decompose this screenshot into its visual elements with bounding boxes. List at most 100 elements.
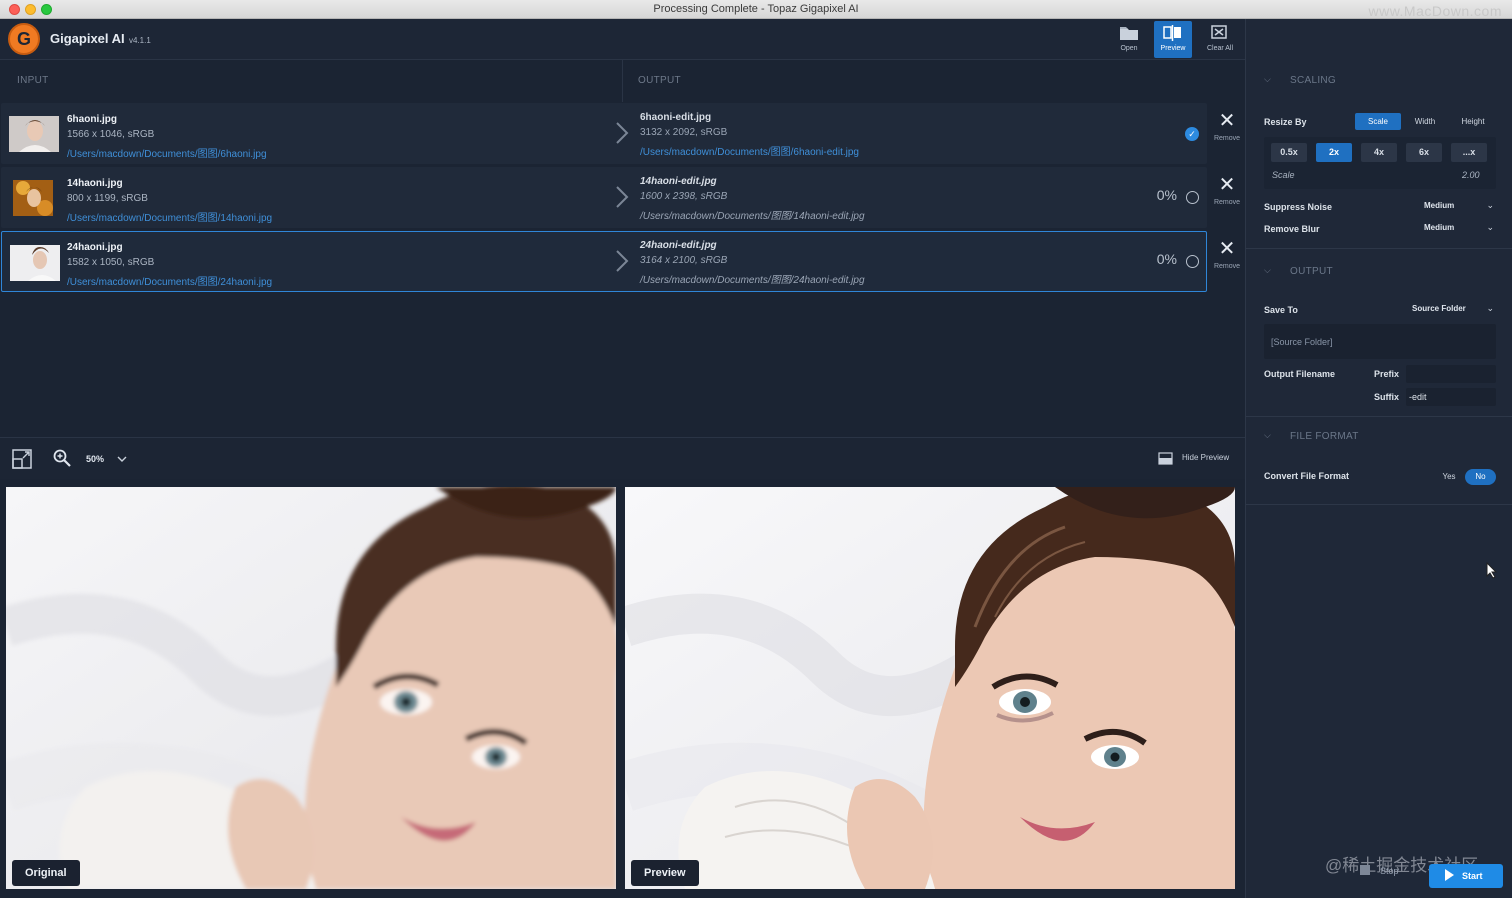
output-file-path: /Users/macdown/Documents/图图/14haoni-edit… xyxy=(640,211,865,222)
close-icon: ✕ xyxy=(1218,174,1236,196)
folder-icon xyxy=(1120,27,1138,40)
convert-file-format-label: Convert File Format xyxy=(1264,471,1350,481)
start-button[interactable]: Start xyxy=(1429,864,1503,888)
chevron-right-icon xyxy=(616,186,629,208)
preview-image-pane[interactable]: Preview xyxy=(625,487,1235,889)
open-label: Open xyxy=(1120,45,1138,52)
input-file-meta: 1566 x 1046, sRGB xyxy=(67,129,155,140)
hide-preview-icon[interactable] xyxy=(1158,452,1173,465)
progress-percent: 0% xyxy=(1156,187,1177,203)
input-file-path[interactable]: /Users/macdown/Documents/图图/24haoni.jpg xyxy=(67,273,272,288)
resize-by-width-option[interactable]: Width xyxy=(1403,113,1447,130)
input-file-path[interactable]: /Users/macdown/Documents/图图/14haoni.jpg xyxy=(67,209,272,224)
status-circle-icon xyxy=(1186,191,1199,204)
chevron-down-icon: ⌄ xyxy=(1486,200,1494,210)
preview-label: Preview xyxy=(1160,45,1186,52)
input-filename: 24haoni.jpg xyxy=(67,242,123,253)
resize-by-scale-option[interactable]: Scale xyxy=(1355,113,1401,130)
section-divider xyxy=(1246,248,1512,249)
save-to-label: Save To xyxy=(1264,305,1298,315)
output-filename: 6haoni-edit.jpg xyxy=(640,112,712,123)
portrait-photo-preview xyxy=(625,487,1235,889)
clear-all-button[interactable]: Clear All xyxy=(1201,21,1239,58)
thumbnail-image xyxy=(10,245,60,281)
file-format-section-header[interactable]: ⌵ FILE FORMAT xyxy=(1246,426,1512,448)
remove-label: Remove xyxy=(1213,199,1241,206)
status-circle-icon xyxy=(1186,255,1199,268)
chevron-right-icon xyxy=(616,122,629,144)
remove-blur-select[interactable]: Medium ⌄ xyxy=(1424,222,1494,232)
original-image-pane[interactable]: Original xyxy=(6,487,616,889)
split-view-icon xyxy=(1163,25,1181,41)
file-row[interactable]: 6haoni.jpg 1566 x 1046, sRGB /Users/macd… xyxy=(1,103,1207,164)
thumbnail-image xyxy=(9,116,59,152)
input-file-path[interactable]: /Users/macdown/Documents/图图/6haoni.jpg xyxy=(67,145,267,160)
output-file-path[interactable]: /Users/macdown/Documents/图图/6haoni-edit.… xyxy=(640,143,859,158)
scale-custom-button[interactable]: ...x xyxy=(1451,143,1487,162)
remove-button[interactable]: ✕ Remove xyxy=(1210,167,1244,228)
stop-button[interactable]: Stop xyxy=(1360,865,1399,876)
open-button[interactable]: Open xyxy=(1110,21,1148,58)
clear-all-icon xyxy=(1211,25,1227,39)
output-file-path: /Users/macdown/Documents/图图/24haoni-edit… xyxy=(640,275,865,286)
suffix-input[interactable]: -edit xyxy=(1409,392,1427,402)
close-icon: ✕ xyxy=(1218,110,1236,132)
remove-button[interactable]: ✕ Remove xyxy=(1210,103,1244,164)
prefix-label: Prefix xyxy=(1374,369,1400,379)
input-file-meta: 1582 x 1050, sRGB xyxy=(67,257,155,268)
preview-label-badge: Preview xyxy=(631,860,699,886)
scaling-section-header[interactable]: ⌵ SCALING xyxy=(1246,70,1512,92)
scale-6x-button[interactable]: 6x xyxy=(1406,143,1442,162)
scale-2x-button[interactable]: 2x xyxy=(1316,143,1352,162)
column-divider xyxy=(622,60,623,102)
mouse-cursor-icon xyxy=(1486,562,1498,579)
remove-label: Remove xyxy=(1213,263,1241,270)
suppress-noise-label: Suppress Noise xyxy=(1264,202,1333,212)
zoom-level-select[interactable]: 50% xyxy=(86,454,104,464)
stop-icon xyxy=(1360,865,1370,875)
chevron-down-icon: ⌄ xyxy=(1486,303,1494,313)
chevron-down-icon[interactable] xyxy=(117,455,127,463)
original-label: Original xyxy=(12,860,80,886)
save-to-select[interactable]: Source Folder ⌄ xyxy=(1412,303,1494,313)
remove-blur-label: Remove Blur xyxy=(1264,224,1320,234)
chevron-down-icon: ⌄ xyxy=(1486,222,1494,232)
hide-preview-button[interactable]: Hide Preview xyxy=(1182,453,1229,462)
suppress-noise-select[interactable]: Medium ⌄ xyxy=(1424,200,1494,210)
progress-percent: 0% xyxy=(1156,251,1177,267)
zoom-icon[interactable] xyxy=(53,449,71,467)
section-divider xyxy=(1246,504,1512,505)
portrait-photo-original xyxy=(6,487,616,889)
scale-0.5x-button[interactable]: 0.5x xyxy=(1271,143,1307,162)
chevron-down-icon: ⌵ xyxy=(1264,74,1272,84)
settings-panel: ⌵ SCALING Resize By Scale Width Height 0… xyxy=(1245,19,1512,898)
output-filename: 24haoni-edit.jpg xyxy=(640,240,717,251)
scale-4x-button[interactable]: 4x xyxy=(1361,143,1397,162)
output-section-header[interactable]: ⌵ OUTPUT xyxy=(1246,261,1512,283)
chevron-right-icon xyxy=(616,250,629,272)
remove-button[interactable]: ✕ Remove xyxy=(1210,231,1244,292)
remove-label: Remove xyxy=(1213,135,1241,142)
section-divider xyxy=(1246,416,1512,417)
input-filename: 6haoni.jpg xyxy=(67,114,117,125)
input-column-header: INPUT xyxy=(17,75,49,86)
convert-yes-option[interactable]: Yes xyxy=(1434,469,1464,485)
app-version: v4.1.1 xyxy=(129,36,151,45)
resize-by-height-option[interactable]: Height xyxy=(1449,113,1497,130)
output-file-meta: 1600 x 2398, sRGB xyxy=(640,191,728,202)
preview-toolbar: 50% Hide Preview xyxy=(0,437,1245,479)
file-row[interactable]: 14haoni.jpg 800 x 1199, sRGB /Users/macd… xyxy=(1,167,1207,228)
convert-no-option[interactable]: No xyxy=(1465,469,1496,485)
chevron-down-icon: ⌵ xyxy=(1264,265,1272,275)
preview-button[interactable]: Preview xyxy=(1154,21,1192,58)
output-filename-label: Output Filename xyxy=(1264,369,1336,379)
file-row-selected[interactable]: 24haoni.jpg 1582 x 1050, sRGB /Users/mac… xyxy=(1,231,1207,292)
clear-all-label: Clear All xyxy=(1206,45,1234,52)
output-filename: 14haoni-edit.jpg xyxy=(640,176,717,187)
prefix-input[interactable] xyxy=(1406,365,1496,383)
app-name: Gigapixel AI xyxy=(50,31,125,46)
folder-path-text: [Source Folder] xyxy=(1271,337,1333,347)
chevron-down-icon: ⌵ xyxy=(1264,430,1272,440)
resize-by-label: Resize By xyxy=(1264,117,1307,127)
fit-to-screen-icon[interactable] xyxy=(12,449,32,469)
